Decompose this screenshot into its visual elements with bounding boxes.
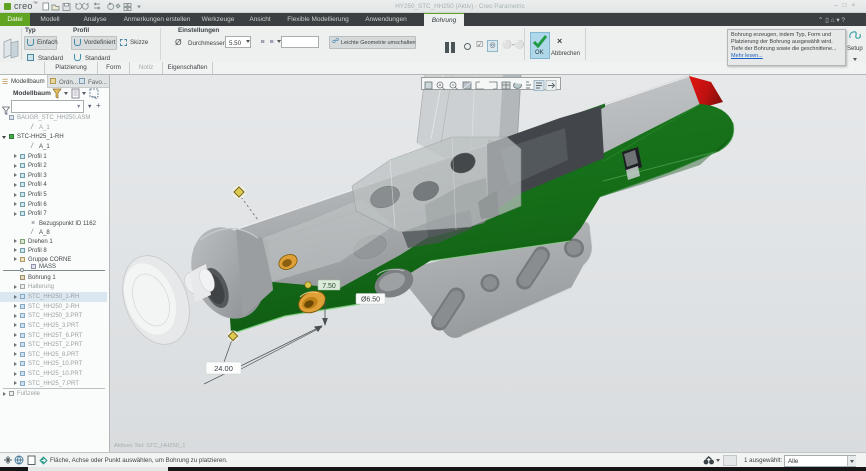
svg-text:24.00: 24.00 — [214, 364, 233, 373]
svg-text:Ø6.50: Ø6.50 — [361, 297, 380, 304]
svg-text:7.50: 7.50 — [322, 283, 336, 290]
